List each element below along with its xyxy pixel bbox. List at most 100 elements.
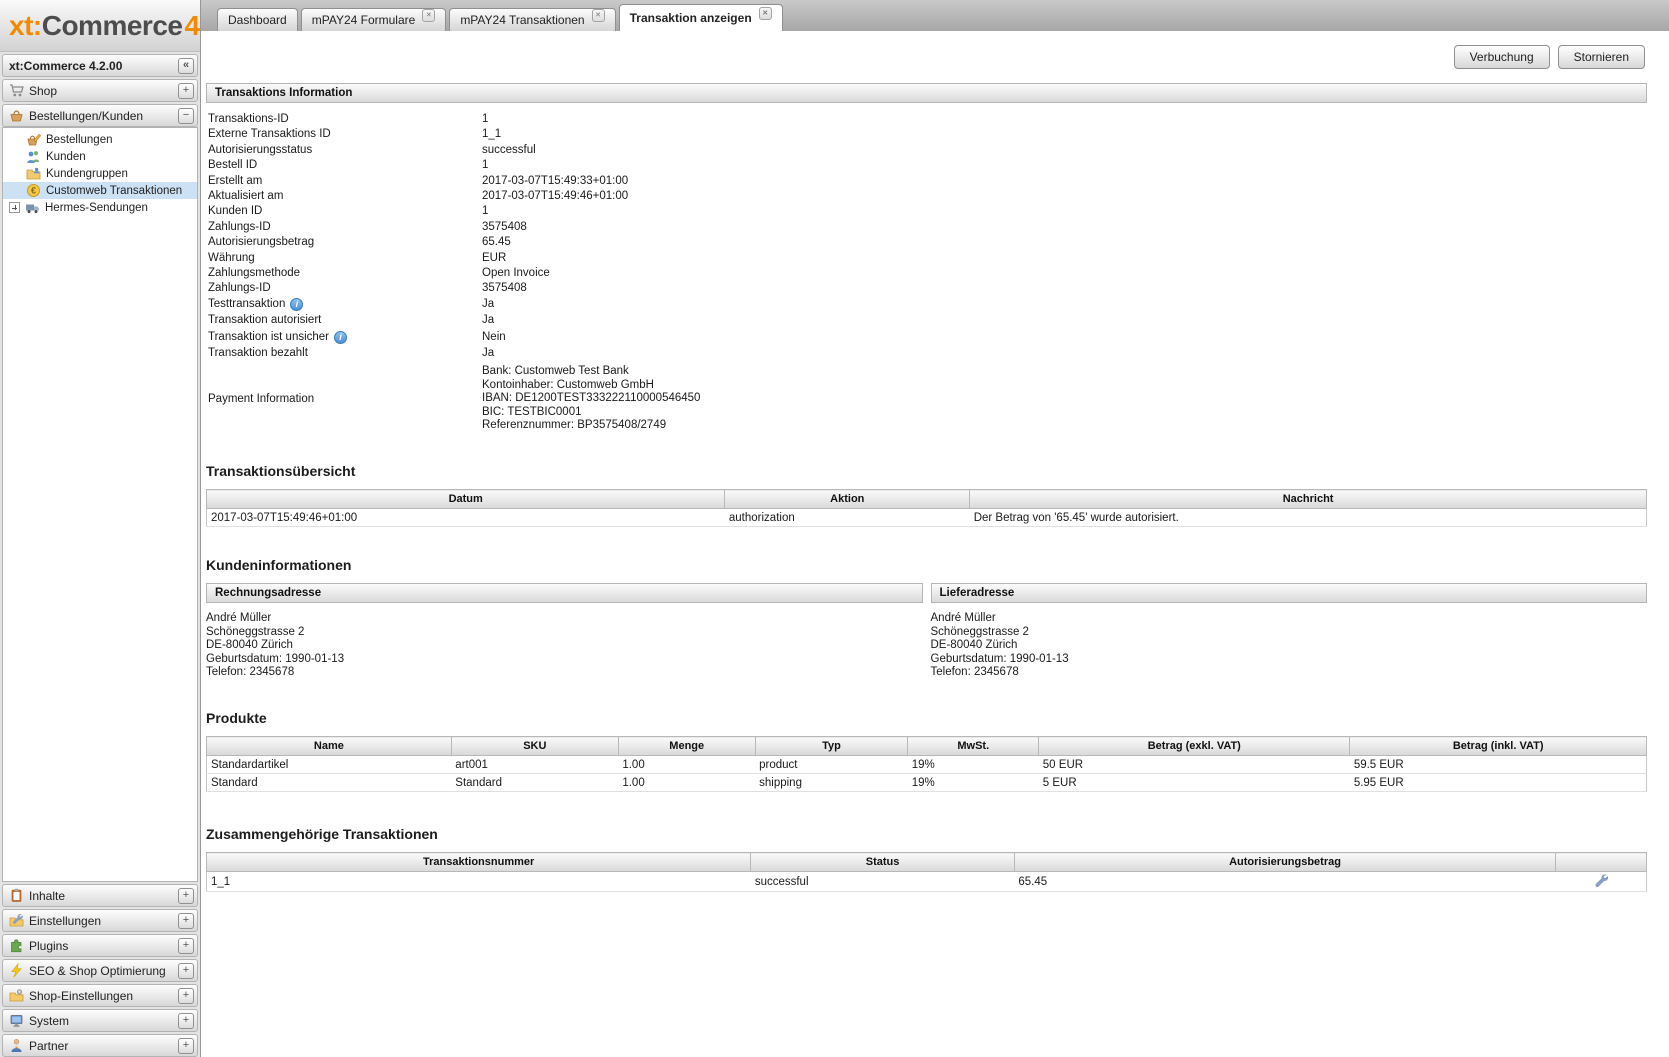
- address-line: Geburtsdatum: 1990-01-13: [931, 653, 1648, 667]
- info-row: ZahlungsmethodeOpen Invoice: [208, 267, 1647, 282]
- tree-item-label: Kundengruppen: [46, 168, 128, 180]
- address-line: Telefon: 2345678: [206, 666, 923, 680]
- xt-commerce-logo: xt:Commerce4: [0, 0, 200, 52]
- tab-close-icon[interactable]: [759, 7, 772, 20]
- expand-plus-icon[interactable]: [178, 988, 194, 1004]
- field-value: 1: [482, 205, 1647, 217]
- collapse-minus-icon[interactable]: [178, 108, 194, 124]
- stornieren-button[interactable]: Stornieren: [1558, 45, 1645, 69]
- expand-plus-icon[interactable]: [178, 1038, 194, 1054]
- tab-mpay24-transaktionen[interactable]: mPAY24 Transaktionen: [449, 8, 615, 31]
- address-line: Telefon: 2345678: [931, 666, 1648, 680]
- folder-wrench-icon: [9, 913, 24, 928]
- field-label: Payment Information: [208, 393, 314, 405]
- billing-address-lines: André Müller Schöneggstrasse 2 DE-80040 …: [206, 603, 923, 680]
- tree-expander-plus-icon[interactable]: [9, 202, 20, 213]
- cell-sku: Standard: [451, 774, 618, 792]
- related-transactions-title: Zusammengehörige Transaktionen: [206, 826, 1669, 842]
- info-icon[interactable]: [290, 298, 303, 311]
- tab-close-icon[interactable]: [422, 9, 435, 22]
- info-row: Autorisierungsstatus successful: [208, 144, 1647, 159]
- tree-item-customweb-transaktionen[interactable]: € Customweb Transaktionen: [3, 182, 197, 199]
- wrench-icon[interactable]: [1594, 873, 1608, 890]
- table-header-row: Transaktionsnummer Status Autorisierungs…: [207, 853, 1647, 872]
- sidebar-item-plugins[interactable]: Plugins: [2, 934, 198, 957]
- sidebar-item-seo-shop-optimierung[interactable]: SEO & Shop Optimierung: [2, 959, 198, 982]
- tree-item-label: Hermes-Sendungen: [45, 202, 148, 214]
- info-row: Transaktion bezahltJa: [208, 347, 1647, 364]
- info-row: Bestell ID1: [208, 159, 1647, 174]
- cart-icon: [9, 83, 24, 98]
- address-line: Geburtsdatum: 1990-01-13: [206, 653, 923, 667]
- column-header: MwSt.: [908, 737, 1039, 756]
- person-icon: [9, 1038, 24, 1053]
- field-label: Währung: [208, 252, 255, 264]
- field-label: Autorisierungsstatus: [208, 144, 312, 156]
- field-value: 65.45: [482, 236, 1647, 248]
- orders-icon: [26, 132, 41, 147]
- payment-line: Bank: Customweb Test Bank: [482, 365, 1647, 379]
- cell-betrag-inkl: 5.95 EUR: [1350, 774, 1647, 792]
- transaction-overview-title: Transaktionsübersicht: [206, 463, 1669, 479]
- address-line: Schöneggstrasse 2: [931, 626, 1648, 640]
- action-toolbar: Verbuchung Stornieren: [201, 31, 1669, 77]
- sidebar-item-label: Shop-Einstellungen: [24, 989, 178, 1003]
- sidebar-tree-panel: Bestellungen Kunden Kundengruppen € Cust…: [2, 127, 198, 882]
- tree-item-kundengruppen[interactable]: Kundengruppen: [3, 165, 197, 182]
- info-icon[interactable]: [334, 331, 347, 344]
- sidebar-item-einstellungen[interactable]: Einstellungen: [2, 909, 198, 932]
- cell-autorisierungsbetrag: 65.45: [1014, 872, 1555, 892]
- payment-line: Referenznummer: BP3575408/2749: [482, 419, 1647, 433]
- customer-groups-icon: [26, 166, 41, 181]
- tree-item-bestellungen[interactable]: Bestellungen: [3, 131, 197, 148]
- expand-plus-icon[interactable]: [178, 938, 194, 954]
- tab-mpay24-formulare[interactable]: mPAY24 Formulare: [301, 8, 447, 31]
- sidebar-item-partner[interactable]: Partner: [2, 1034, 198, 1057]
- customers-icon: [26, 149, 41, 164]
- shipping-address-header: Lieferadresse: [931, 583, 1648, 603]
- monitor-icon: [9, 1013, 24, 1028]
- sidebar-item-system[interactable]: System: [2, 1009, 198, 1032]
- verbuchung-button[interactable]: Verbuchung: [1454, 45, 1550, 69]
- column-header: Name: [207, 737, 452, 756]
- column-header: SKU: [451, 737, 618, 756]
- field-value: Nein: [482, 331, 1647, 343]
- sidebar-collapse-icon[interactable]: [178, 58, 194, 74]
- sidebar-item-label: Bestellungen/Kunden: [24, 109, 178, 123]
- sidebar-item-shop-einstellungen[interactable]: Shop-Einstellungen: [2, 984, 198, 1007]
- sidebar-item-shop[interactable]: Shop: [2, 79, 198, 102]
- column-header: Datum: [207, 490, 725, 509]
- sidebar-item-bestellungen-kunden[interactable]: Bestellungen/Kunden: [2, 104, 198, 127]
- cell-betrag-inkl: 59.5 EUR: [1350, 756, 1647, 774]
- field-value: 3575408: [482, 221, 1647, 233]
- field-value: EUR: [482, 252, 1647, 264]
- payment-information-row: Payment Information Bank: Customweb Test…: [208, 365, 1647, 433]
- field-value: Ja: [482, 347, 1647, 359]
- expand-plus-icon[interactable]: [178, 1013, 194, 1029]
- tree-item-hermes-sendungen[interactable]: Hermes-Sendungen: [3, 199, 197, 216]
- field-label: Transaktion autorisiert: [208, 314, 321, 326]
- sidebar-item-label: Plugins: [24, 939, 178, 953]
- address-line: André Müller: [206, 612, 923, 626]
- info-row: Währung EUR: [208, 252, 1647, 267]
- sidebar-item-label: Inhalte: [24, 889, 178, 903]
- expand-plus-icon[interactable]: [178, 83, 194, 99]
- logo-commerce: Commerce: [42, 10, 183, 42]
- tab-close-icon[interactable]: [592, 9, 605, 22]
- field-value: Ja: [482, 314, 1647, 326]
- tree-item-kunden[interactable]: Kunden: [3, 148, 197, 165]
- tab-dashboard[interactable]: Dashboard: [217, 8, 298, 31]
- sidebar-item-inhalte[interactable]: Inhalte: [2, 884, 198, 907]
- expand-plus-icon[interactable]: [178, 913, 194, 929]
- cell-betrag-exkl: 5 EUR: [1039, 774, 1350, 792]
- expand-plus-icon[interactable]: [178, 963, 194, 979]
- cell-typ: shipping: [755, 774, 908, 792]
- field-value: successful: [482, 144, 1647, 156]
- cell-transaktionsnummer: 1_1: [207, 872, 751, 892]
- info-row: Zahlungs-ID3575408: [208, 221, 1647, 236]
- tab-transaktion-anzeigen[interactable]: Transaktion anzeigen: [619, 4, 783, 31]
- expand-plus-icon[interactable]: [178, 888, 194, 904]
- field-label: Transaktions-ID: [208, 113, 289, 125]
- field-value: Ja: [482, 298, 1647, 310]
- info-row: TesttransaktionJa: [208, 298, 1647, 315]
